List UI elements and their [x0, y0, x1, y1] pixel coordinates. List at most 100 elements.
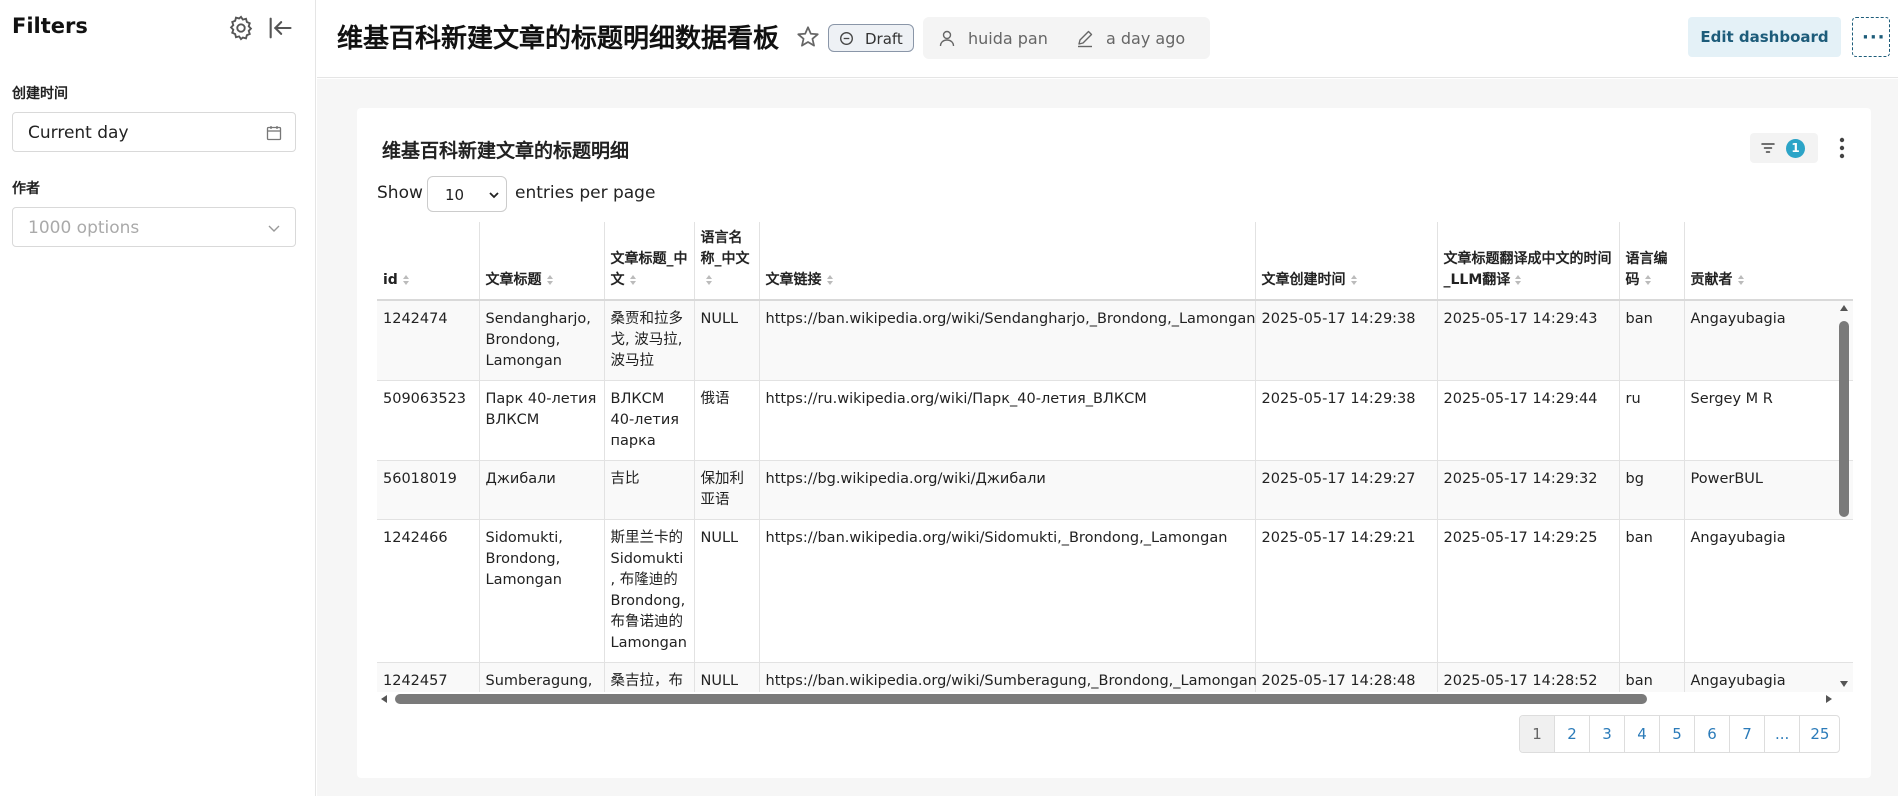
filters-sidebar: Filters 创建时间 Current day 作者 1000 options	[0, 0, 316, 796]
table-cell: Джибали	[479, 460, 605, 520]
column-header[interactable]: id	[377, 222, 480, 301]
table-cell: 2025-05-17 14:29:25	[1437, 519, 1620, 663]
column-header[interactable]: 文章创建时间	[1255, 222, 1438, 301]
edit-dashboard-button[interactable]: Edit dashboard	[1688, 17, 1841, 57]
dashboard-metadata: huida pan a day ago	[923, 17, 1210, 59]
table-cell: ban	[1619, 662, 1685, 692]
table-header-row: id 文章标题 文章标题_中文 语言名称_中文 文章链接 文章创建时间 文章标题翻译成中文的…	[377, 222, 1853, 301]
column-header[interactable]: 文章标题翻译成中文的时间_LLM翻译	[1437, 222, 1620, 301]
applied-filters-button[interactable]: 1	[1750, 133, 1818, 163]
page-size-value: 10	[445, 186, 465, 204]
column-header-label: id	[383, 272, 398, 288]
table-cell: Sumberagung, Brondong, Lamongan	[479, 662, 605, 692]
column-header[interactable]: 语言名称_中文	[694, 222, 760, 301]
vertical-scrollbar-thumb[interactable]	[1839, 321, 1849, 517]
sort-icon[interactable]	[1514, 274, 1522, 286]
chart-title: 维基百科新建文章的标题明细	[382, 140, 630, 162]
column-header[interactable]: 贡献者	[1684, 222, 1853, 301]
sort-icon[interactable]	[1644, 274, 1652, 286]
table-cell: ban	[1619, 519, 1685, 663]
table-cell: 2025-05-17 14:29:21	[1255, 519, 1438, 663]
table-cell: https://ban.wikipedia.org/wiki/Sendangha…	[759, 300, 1256, 381]
page-button[interactable]: 7	[1730, 716, 1765, 752]
sort-icon[interactable]	[826, 274, 834, 286]
collapse-icon[interactable]	[266, 14, 294, 42]
dashboard-canvas: 维基百科新建文章的标题明细 1 Show 10 entries per page	[317, 79, 1898, 796]
sort-icon[interactable]	[402, 274, 410, 286]
page-button[interactable]: 5	[1660, 716, 1695, 752]
table-cell: Angayubagia	[1684, 662, 1853, 692]
dashboard-title: 维基百科新建文章的标题明细数据看板	[337, 24, 780, 54]
more-options-button[interactable]: ···	[1852, 17, 1890, 57]
chevron-down-icon	[268, 225, 280, 232]
sort-icon[interactable]	[705, 274, 713, 286]
chevron-down-icon	[489, 192, 499, 199]
sort-icon[interactable]	[1350, 274, 1358, 286]
scroll-down-arrow-icon[interactable]	[1839, 680, 1849, 688]
author-placeholder: 1000 options	[28, 218, 140, 238]
entries-per-page-label: entries per page	[515, 183, 656, 203]
table-cell: NULL	[694, 300, 760, 381]
table-cell: 2025-05-17 14:29:43	[1437, 300, 1620, 381]
page-button[interactable]: 3	[1590, 716, 1625, 752]
table-cell: 吉比	[604, 460, 695, 520]
column-header[interactable]: 文章链接	[759, 222, 1256, 301]
table-cell: 2025-05-17 14:29:38	[1255, 300, 1438, 381]
page-button[interactable]: 4	[1625, 716, 1660, 752]
table-cell: NULL	[694, 519, 760, 663]
column-header[interactable]: 文章标题	[479, 222, 605, 301]
data-table-container: id 文章标题 文章标题_中文 语言名称_中文 文章链接 文章创建时间 文章标题翻译成中文的…	[377, 222, 1853, 692]
table-cell: 斯里兰卡的Sidomukti, 布隆迪的Brondong, 布鲁诺迪的Lamon…	[604, 519, 695, 663]
table-cell: 2025-05-17 14:28:52	[1437, 662, 1620, 692]
page-button[interactable]: 25	[1800, 716, 1839, 752]
table-cell: ru	[1619, 380, 1685, 461]
horizontal-scrollbar-thumb[interactable]	[395, 694, 1647, 704]
filter-label-created-time: 创建时间	[12, 86, 68, 102]
page-button[interactable]: 2	[1555, 716, 1590, 752]
table-cell: https://ban.wikipedia.org/wiki/Sidomukti…	[759, 519, 1256, 663]
page-size-select[interactable]: 10	[427, 176, 507, 212]
column-header-label: 语言名称_中文	[700, 230, 750, 267]
filter-icon	[1761, 143, 1775, 153]
table-cell: 509063523	[377, 380, 480, 461]
table-cell: bg	[1619, 460, 1685, 520]
table-cell: 56018019	[377, 460, 480, 520]
table-cell: Sendangharjo, Brondong, Lamongan	[479, 300, 605, 381]
table-cell: 保加利亚语	[694, 460, 760, 520]
page-button[interactable]: 6	[1695, 716, 1730, 752]
gear-icon[interactable]	[227, 14, 255, 42]
created-time-select[interactable]: Current day	[12, 112, 296, 152]
column-header[interactable]: 文章标题_中文	[604, 222, 695, 301]
table-cell: https://ban.wikipedia.org/wiki/Sumberagu…	[759, 662, 1257, 692]
kebab-menu-icon[interactable]	[1835, 134, 1849, 162]
user-icon	[939, 30, 955, 47]
table-row: 1242474 Sendangharjo, Brondong, Lamongan 桑…	[377, 300, 1853, 381]
page-button[interactable]: ...	[1765, 716, 1801, 752]
star-icon[interactable]	[795, 24, 821, 50]
table-cell: 桑吉拉，布朗迪，拉莫	[604, 662, 695, 692]
table-cell: 1242457	[377, 662, 480, 692]
owner-name: huida pan	[968, 29, 1048, 48]
sort-icon[interactable]	[629, 274, 637, 286]
author-select[interactable]: 1000 options	[12, 207, 296, 247]
scroll-right-arrow-icon[interactable]	[1825, 694, 1833, 704]
sort-icon[interactable]	[1737, 274, 1745, 286]
table-cell: https://bg.wikipedia.org/wiki/Джибали	[759, 460, 1256, 520]
minus-circle-icon	[840, 32, 853, 45]
draft-label: Draft	[865, 30, 903, 48]
more-options-icon: ···	[1862, 27, 1886, 48]
column-header[interactable]: 语言编码	[1619, 222, 1685, 301]
calendar-icon	[266, 126, 282, 141]
draft-badge[interactable]: Draft	[828, 24, 914, 52]
table-cell: https://ru.wikipedia.org/wiki/Парк_40-ле…	[759, 380, 1256, 461]
filter-count-badge: 1	[1786, 139, 1805, 158]
entries-show-label: Show	[377, 183, 423, 203]
table-cell: Angayubagia	[1684, 519, 1853, 663]
scroll-up-arrow-icon[interactable]	[1839, 304, 1849, 312]
page-button[interactable]: 1	[1520, 716, 1555, 752]
sort-icon[interactable]	[546, 274, 554, 286]
column-header-label: 文章标题_中文	[610, 251, 688, 288]
scroll-left-arrow-icon[interactable]	[380, 694, 388, 704]
table-cell: Sergey M R	[1684, 380, 1853, 461]
table-row: 1242466 Sidomukti, Brondong, Lamongan 斯里兰卡…	[377, 519, 1853, 663]
